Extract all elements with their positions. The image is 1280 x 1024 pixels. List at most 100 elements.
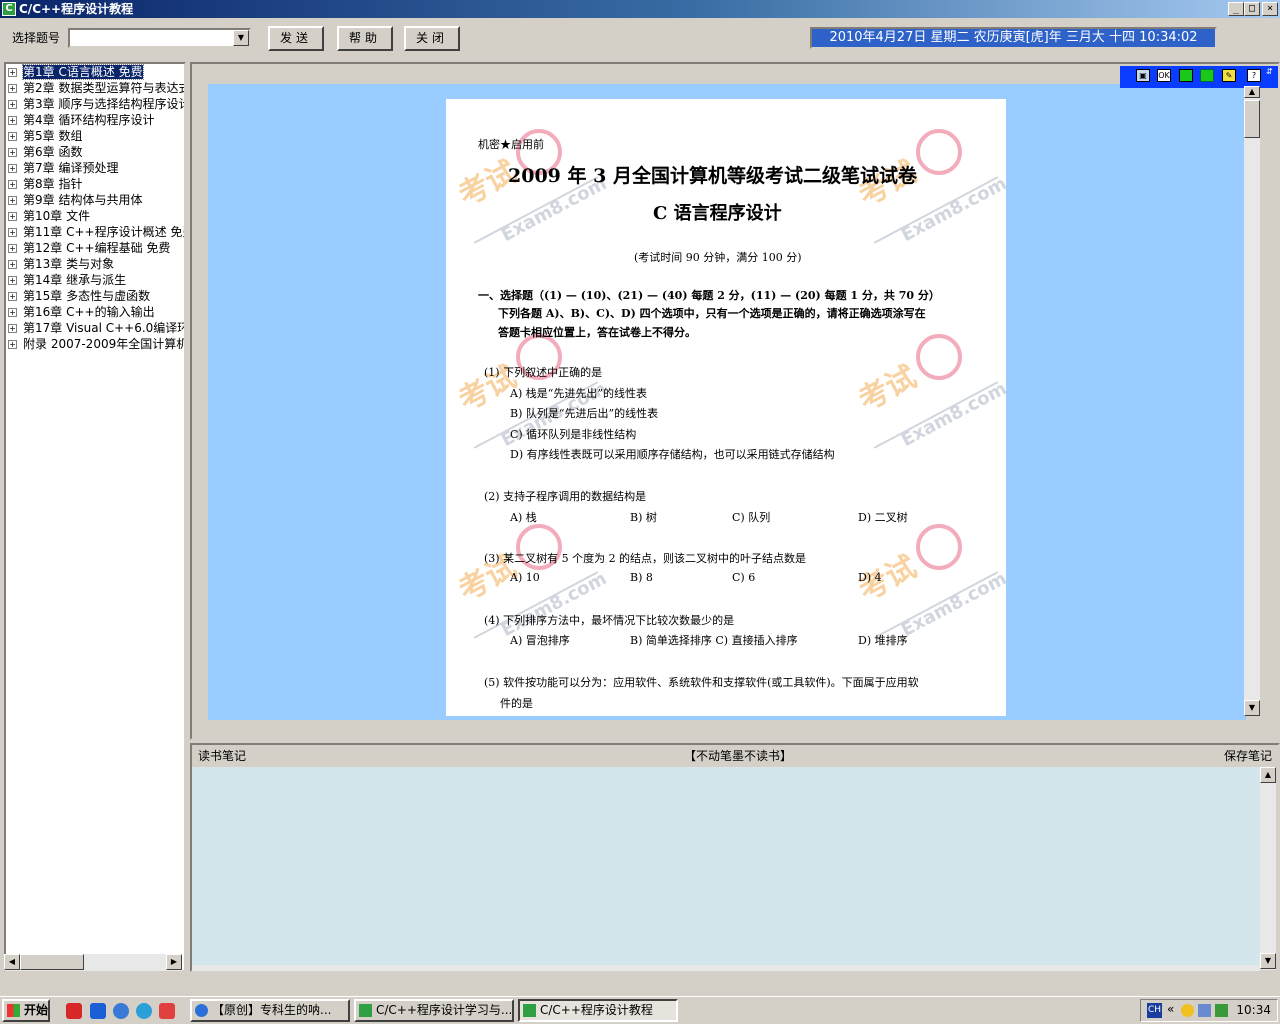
send-button[interactable]: 发送 (268, 26, 324, 51)
expand-icon[interactable]: + (8, 180, 17, 189)
viewer-vertical-scrollbar[interactable]: ▲ ▼ (1244, 86, 1260, 716)
expand-tray-icon[interactable]: « (1167, 1002, 1174, 1016)
tree-item[interactable]: + 第10章 文件 (8, 208, 90, 224)
expand-icon[interactable]: + (8, 292, 17, 301)
option: C) 6 (732, 571, 756, 584)
scroll-right-icon[interactable]: ▶ (166, 954, 182, 970)
minimize-button[interactable]: _ (1228, 2, 1244, 16)
expand-icon[interactable]: + (8, 260, 17, 269)
help-button[interactable]: 帮助 (337, 26, 393, 51)
browser-icon[interactable] (113, 1003, 129, 1019)
chapter-tree[interactable]: + 第1章 C语言概述 免费 + 第2章 数据类型运算符与表达式 + 第3章 顺序与选… (4, 62, 186, 972)
tree-item[interactable]: + 第14章 继承与派生 (8, 272, 126, 288)
expand-icon[interactable]: + (8, 276, 17, 285)
ok-icon[interactable]: OK (1157, 69, 1171, 82)
option: A) 栈是“先进先出”的线性表 (510, 387, 647, 400)
windows-logo-icon (7, 1004, 20, 1017)
restore-icon[interactable]: ⇵ (1266, 67, 1273, 76)
tree-item[interactable]: + 第4章 循环结构程序设计 (8, 112, 154, 128)
clock: 10:34 (1236, 1003, 1271, 1017)
start-button[interactable]: 开始 (2, 999, 50, 1022)
network-icon[interactable] (1198, 1004, 1211, 1017)
tree-item[interactable]: + 第6章 函数 (8, 144, 82, 160)
expand-icon[interactable]: + (8, 132, 17, 141)
tools-icon[interactable]: ✎ (1222, 69, 1236, 82)
green-square-icon[interactable] (1179, 69, 1193, 82)
option: C) 循环队列是非线性结构 (510, 428, 637, 441)
window-title: C/C++程序设计教程 (19, 2, 134, 16)
ie-icon[interactable] (136, 1003, 152, 1019)
exam-page: 考试 Exam8.com 考试 Exam8.com 考试 Exam8.com 考试 Ex… (446, 99, 1006, 716)
tree-item[interactable]: + 第17章 Visual C++6.0编译环境 (8, 320, 184, 336)
chevron-down-icon[interactable]: ▼ (233, 30, 249, 46)
tree-item[interactable]: + 第5章 数组 (8, 128, 82, 144)
taskbar-item-active[interactable]: C/C++程序设计教程 (518, 999, 678, 1022)
tree-item[interactable]: + 第2章 数据类型运算符与表达式 (8, 80, 184, 96)
notes-horizontal-scrollbar[interactable] (192, 965, 1260, 971)
close-button[interactable]: 关闭 (404, 26, 460, 51)
expand-icon[interactable]: + (8, 340, 17, 349)
tree-item[interactable]: + 第1章 C语言概述 免费 (8, 64, 144, 80)
question: (4) 下列排序方法中，最坏情况下比较次数最少的是 (484, 614, 735, 627)
option: C) 队列 (732, 511, 771, 524)
tree-horizontal-scrollbar[interactable]: ◀ ▶ (4, 954, 182, 971)
scroll-thumb[interactable] (20, 954, 84, 970)
save-icon[interactable] (90, 1003, 106, 1019)
option: D) 二叉树 (858, 511, 908, 524)
notes-motto: 【不动笔墨不读书】 (684, 749, 793, 763)
image-icon[interactable]: ▣ (1136, 69, 1150, 82)
expand-icon[interactable]: + (8, 308, 17, 317)
tree-item[interactable]: + 第16章 C++的输入输出 (8, 304, 155, 320)
tree-item[interactable]: + 第7章 编译预处理 (8, 160, 118, 176)
expand-icon[interactable]: + (8, 212, 17, 221)
tree-item[interactable]: + 第3章 顺序与选择结构程序设计 (8, 96, 184, 112)
maximize-button[interactable]: □ (1244, 2, 1260, 16)
exam-time-note: (考试时间 90 分钟，满分 100 分) (634, 251, 802, 264)
scroll-down-icon[interactable]: ▼ (1244, 700, 1260, 716)
tree-item[interactable]: +附录 2007-2009年全国计算机等级考试 (8, 336, 184, 352)
app-icon: C (2, 2, 16, 16)
umbrella-icon[interactable] (1215, 1004, 1228, 1017)
qq-icon[interactable] (1181, 1004, 1194, 1017)
app-icon (359, 1004, 372, 1017)
expand-icon[interactable]: + (8, 68, 17, 77)
expand-icon[interactable]: + (8, 84, 17, 93)
watermark-logo: 考试 Exam8.com (853, 129, 1006, 249)
expand-icon[interactable]: + (8, 324, 17, 333)
tree-item[interactable]: + 第15章 多态性与虚函数 (8, 288, 150, 304)
option: B) 8 (630, 571, 653, 584)
expand-icon[interactable]: + (8, 100, 17, 109)
scroll-left-icon[interactable]: ◀ (4, 954, 20, 970)
expand-icon[interactable]: + (8, 244, 17, 253)
notes-vertical-scrollbar[interactable]: ▲ ▼ (1260, 767, 1276, 970)
quicklaunch-icon[interactable] (66, 1003, 82, 1019)
tree-item[interactable]: + 第8章 指针 (8, 176, 82, 192)
title-bar[interactable]: C C/C++程序设计教程 _ □ × (0, 0, 1280, 18)
expand-icon[interactable]: + (8, 116, 17, 125)
expand-icon[interactable]: + (8, 164, 17, 173)
window-icon[interactable] (1200, 69, 1214, 82)
expand-icon[interactable]: + (8, 196, 17, 205)
ime-indicator[interactable]: CH (1147, 1003, 1162, 1018)
expand-icon[interactable]: + (8, 148, 17, 157)
topic-select[interactable]: ▼ (68, 28, 251, 48)
tree-item[interactable]: + 第13章 类与对象 (8, 256, 114, 272)
section-desc: 答题卡相应位置上，答在试卷上不得分。 (498, 326, 696, 339)
expand-icon[interactable]: + (8, 228, 17, 237)
taskbar-item[interactable]: C/C++程序设计学习与... (354, 999, 514, 1022)
tree-item[interactable]: + 第9章 结构体与共用体 (8, 192, 142, 208)
close-window-button[interactable]: × (1262, 2, 1278, 16)
scroll-down-icon[interactable]: ▼ (1260, 953, 1276, 969)
notes-textarea[interactable] (192, 767, 1260, 965)
scroll-up-icon[interactable]: ▲ (1244, 86, 1260, 98)
tree-item[interactable]: + 第12章 C++编程基础 免费 (8, 240, 170, 256)
help-icon[interactable]: ? (1247, 69, 1261, 82)
scroll-thumb[interactable] (1244, 100, 1260, 138)
option: A) 栈 (510, 511, 537, 524)
tree-item[interactable]: + 第11章 C++程序设计概述 免费 (8, 224, 184, 240)
taskbar-item[interactable]: 【原创】专科生的呐... (190, 999, 350, 1022)
option: A) 10 (510, 571, 540, 584)
save-notes-button[interactable]: 保存笔记 (1224, 746, 1272, 766)
scroll-up-icon[interactable]: ▲ (1260, 767, 1276, 783)
app-icon[interactable] (159, 1003, 175, 1019)
